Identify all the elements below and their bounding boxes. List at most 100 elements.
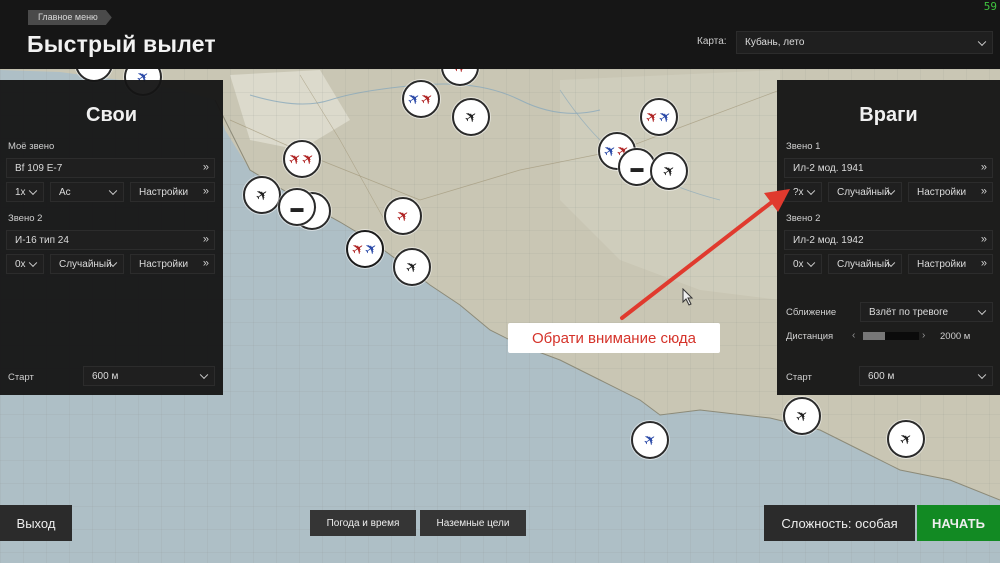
double-arrow-icon: » — [202, 185, 209, 198]
my-settings-button[interactable]: Настройки » — [130, 182, 215, 202]
map-marker-plane[interactable]: ✈ — [887, 420, 925, 458]
flight2-count-select[interactable]: 0x — [6, 254, 44, 274]
slider-right-arrow-icon[interactable]: › — [922, 330, 925, 341]
enemy-flight1-skill-value: Случайный — [837, 186, 890, 198]
double-arrow-icon: » — [980, 233, 987, 246]
difficulty-button[interactable]: Сложность: особая — [764, 505, 915, 541]
double-arrow-icon: » — [980, 257, 987, 270]
friendly-panel: Свои Моё звено Bf 109 E-7 » 1x Ас Настро… — [0, 80, 223, 395]
my-settings-label: Настройки — [139, 186, 189, 198]
flight2-skill-value: Случайный — [59, 258, 112, 270]
map-marker-plane[interactable]: ✈ — [393, 248, 431, 286]
my-aircraft-select[interactable]: Bf 109 E-7 » — [6, 158, 215, 178]
start-altitude-value: 600 м — [92, 370, 119, 382]
enemy-flight1-settings-button[interactable]: Настройки » — [908, 182, 993, 202]
page-title: Быстрый вылет — [27, 31, 216, 57]
chevron-down-icon — [28, 186, 38, 196]
enemy-flight1-aircraft-value: Ил-2 мод. 1941 — [793, 162, 864, 174]
approach-value: Взлёт по тревоге — [869, 306, 949, 318]
chevron-down-icon — [108, 186, 118, 196]
my-aircraft-value: Bf 109 E-7 — [15, 162, 63, 174]
my-skill-value: Ас — [59, 186, 71, 198]
slider-left-arrow-icon[interactable]: ‹ — [852, 330, 855, 341]
my-flight-label: Моё звено — [8, 141, 55, 152]
map-marker-selected-flight[interactable]: ✈ ✈ — [346, 230, 384, 268]
my-skill-select[interactable]: Ас — [50, 182, 124, 202]
enemy-flight1-count-value: ?x — [793, 186, 804, 198]
chevron-down-icon — [977, 370, 987, 380]
enemy-flight1-label: Звено 1 — [786, 141, 821, 152]
enemy-flight1-settings-label: Настройки — [917, 186, 967, 198]
map-marker-mixed-flight[interactable]: ✈ ✈ — [402, 80, 440, 118]
tank-icon: ▬ — [290, 199, 304, 215]
enemy-flight2-count-value: 0x — [793, 258, 804, 270]
map-marker-plane[interactable]: ✈ — [650, 152, 688, 190]
enemy-flight2-aircraft-value: Ил-2 мод. 1942 — [793, 234, 864, 246]
double-arrow-icon: » — [980, 161, 987, 174]
map-marker-tank[interactable]: ▬ — [278, 188, 316, 226]
enemy-flight2-settings-button[interactable]: Настройки » — [908, 254, 993, 274]
enemy-flight2-aircraft-select[interactable]: Ил-2 мод. 1942 » — [784, 230, 993, 250]
flight2-aircraft-select[interactable]: И-16 тип 24 » — [6, 230, 215, 250]
my-count-select[interactable]: 1x — [6, 182, 44, 202]
double-arrow-icon: » — [202, 161, 209, 174]
flight2-aircraft-value: И-16 тип 24 — [15, 234, 69, 246]
distance-slider-fill — [863, 332, 886, 340]
enemy-flight1-aircraft-select[interactable]: Ил-2 мод. 1941 » — [784, 158, 993, 178]
enemy-flight2-settings-label: Настройки — [917, 258, 967, 270]
enemy-start-altitude-value: 600 м — [868, 370, 895, 382]
chevron-down-icon — [806, 258, 816, 268]
map-select-value: Кубань, лето — [745, 37, 805, 48]
map-marker-red-plane[interactable]: ✈ — [384, 197, 422, 235]
enemy-start-label: Старт — [786, 372, 812, 383]
chevron-down-icon — [977, 306, 987, 316]
fps-counter: 59 — [983, 0, 997, 13]
flight2-settings-label: Настройки — [139, 258, 189, 270]
enemy-title: Враги — [859, 104, 918, 126]
map-marker-plane[interactable]: ✈ — [243, 176, 281, 214]
tank-icon: ▬ — [630, 159, 644, 175]
friendly-title: Свои — [86, 104, 137, 126]
enemy-flight2-label: Звено 2 — [786, 213, 821, 224]
flight2-settings-button[interactable]: Настройки » — [130, 254, 215, 274]
flight2-skill-select[interactable]: Случайный — [50, 254, 124, 274]
map-marker-red-flight[interactable]: ✈ ✈ — [283, 140, 321, 178]
double-arrow-icon: » — [202, 233, 209, 246]
chevron-down-icon — [806, 186, 816, 196]
map-marker-blue-plane[interactable]: ✈ — [631, 421, 669, 459]
map-select[interactable]: Кубань, лето — [736, 31, 993, 54]
enemy-flight1-count-select[interactable]: ?x — [784, 182, 822, 202]
top-bar: Главное меню Быстрый вылет 59 Карта: Куб… — [0, 0, 1000, 69]
map-marker-mixed-plane[interactable]: ✈ ✈ — [640, 98, 678, 136]
flight2-label: Звено 2 — [8, 213, 43, 224]
my-count-value: 1x — [15, 186, 26, 198]
exit-button[interactable]: Выход — [0, 505, 72, 541]
distance-value: 2000 м — [940, 331, 971, 342]
double-arrow-icon: » — [202, 257, 209, 270]
start-button[interactable]: НАЧАТЬ — [917, 505, 1000, 541]
annotation-callout: Обрати внимание сюда — [508, 323, 720, 353]
distance-label: Дистанция — [786, 331, 834, 342]
breadcrumb-main-menu[interactable]: Главное меню — [28, 10, 112, 25]
start-label: Старт — [8, 372, 34, 383]
map-marker-plane[interactable]: ✈ — [783, 397, 821, 435]
double-arrow-icon: » — [980, 185, 987, 198]
start-altitude-select[interactable]: 600 м — [83, 366, 215, 386]
enemy-flight2-skill-select[interactable]: Случайный — [828, 254, 902, 274]
enemy-flight2-skill-value: Случайный — [837, 258, 890, 270]
enemy-start-altitude-select[interactable]: 600 м — [859, 366, 993, 386]
weather-button[interactable]: Погода и время — [310, 510, 416, 536]
distance-slider[interactable] — [863, 332, 919, 340]
map-marker-plane[interactable]: ✈ — [452, 98, 490, 136]
flight2-count-value: 0x — [15, 258, 26, 270]
chevron-down-icon — [977, 37, 987, 46]
chevron-down-icon — [199, 370, 209, 380]
approach-label: Сближение — [786, 307, 837, 318]
ground-targets-button[interactable]: Наземные цели — [420, 510, 526, 536]
enemy-flight2-count-select[interactable]: 0x — [784, 254, 822, 274]
map-label: Карта: — [697, 36, 727, 47]
enemy-panel: Враги Звено 1 Ил-2 мод. 1941 » ?x Случай… — [777, 80, 1000, 395]
approach-select[interactable]: Взлёт по тревоге — [860, 302, 993, 322]
chevron-down-icon — [28, 258, 38, 268]
enemy-flight1-skill-select[interactable]: Случайный — [828, 182, 902, 202]
